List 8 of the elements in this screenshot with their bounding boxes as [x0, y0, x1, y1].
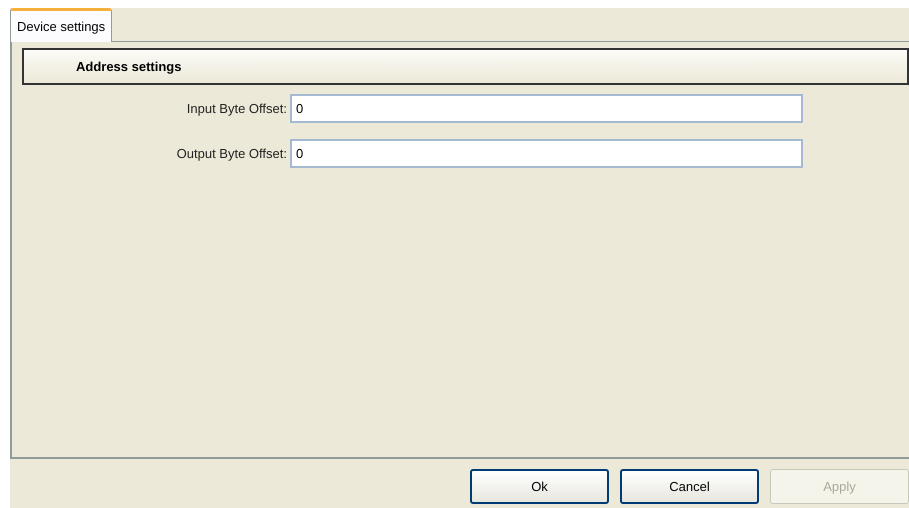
section-header: Address settings	[22, 48, 909, 85]
dialog-button[interactable]: Cancel	[620, 469, 759, 504]
field-label: Input Byte Offset:	[186, 100, 288, 118]
field-label: Output Byte Offset:	[176, 144, 288, 163]
input-field[interactable]: 0	[290, 94, 803, 123]
dialog-button[interactable]: Ok	[470, 469, 609, 504]
tab[interactable]: Device settings	[10, 8, 112, 42]
input-field[interactable]: 0	[290, 139, 803, 168]
